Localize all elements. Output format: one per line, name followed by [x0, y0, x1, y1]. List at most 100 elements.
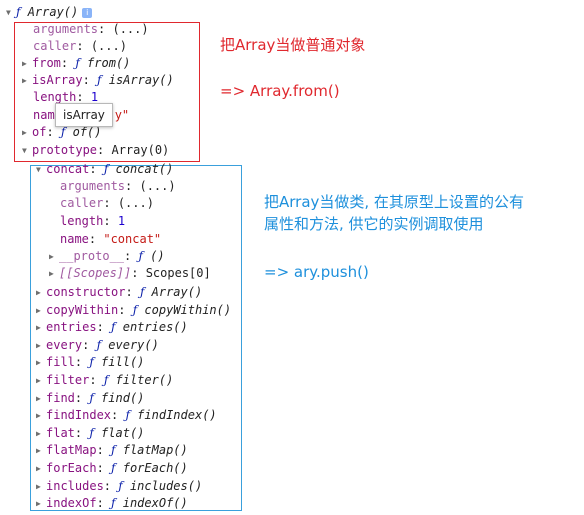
- prop-key: of: [32, 125, 47, 139]
- annotation-ary-push: => ary.push(): [264, 263, 369, 281]
- collapsed-triangle-icon[interactable]: ▶: [36, 426, 46, 442]
- prop-isArray[interactable]: ▶ isArray: ƒ isArray(): [22, 72, 174, 88]
- prop-value: (): [150, 249, 165, 263]
- prop-key: fill: [46, 355, 75, 369]
- function-symbol: ƒ: [96, 338, 102, 352]
- prop-key: length: [60, 214, 104, 228]
- method-concat[interactable]: ▼ concat: ƒ concat(): [36, 161, 173, 177]
- concat-name[interactable]: name: "concat": [60, 231, 161, 247]
- prop-value: from(): [87, 56, 131, 70]
- concat-scopes[interactable]: ▶ [[Scopes]]: Scopes[0]: [49, 265, 211, 281]
- info-icon[interactable]: i: [82, 8, 93, 18]
- method-every[interactable]: ▶ every: ƒ every(): [36, 337, 159, 353]
- prop-value: find(): [101, 391, 145, 405]
- collapsed-triangle-icon[interactable]: ▶: [36, 338, 46, 354]
- expanded-triangle-icon[interactable]: ▼: [36, 162, 46, 178]
- function-symbol: ƒ: [111, 496, 116, 510]
- prop-key: forEach: [46, 461, 97, 475]
- collapsed-triangle-icon[interactable]: ▶: [22, 56, 32, 72]
- collapsed-triangle-icon[interactable]: ▶: [36, 496, 46, 512]
- prop-key: indexOf: [46, 496, 97, 510]
- tree-root[interactable]: ▼ ƒ Array() i: [6, 4, 93, 21]
- prop-value: Array(0): [111, 143, 170, 157]
- prop-key: prototype: [32, 143, 98, 157]
- prop-value: of(): [72, 125, 102, 139]
- prop-value: entries(): [122, 320, 188, 334]
- method-flatMap[interactable]: ▶ flatMap: ƒ flatMap(): [36, 442, 188, 458]
- prop-key: from: [32, 56, 61, 70]
- prop-key: caller: [60, 196, 104, 210]
- function-symbol: ƒ: [103, 373, 109, 387]
- collapsed-triangle-icon[interactable]: ▶: [36, 443, 46, 459]
- method-findIndex[interactable]: ▶ findIndex: ƒ findIndex(): [36, 407, 217, 423]
- collapsed-triangle-icon[interactable]: ▶: [36, 391, 46, 407]
- prop-key: includes: [46, 479, 104, 493]
- annotation-as-class-2: 属性和方法, 供它的实例调取使用: [264, 215, 484, 233]
- collapsed-triangle-icon[interactable]: ▶: [36, 479, 46, 495]
- function-symbol: ƒ: [139, 285, 145, 299]
- concat-arguments[interactable]: arguments: (...): [60, 178, 176, 194]
- method-constructor[interactable]: ▶ constructor: ƒ Array(): [36, 284, 202, 300]
- collapsed-triangle-icon[interactable]: ▶: [22, 73, 32, 89]
- prop-key: __proto__: [59, 249, 125, 263]
- method-fill[interactable]: ▶ fill: ƒ fill(): [36, 354, 144, 370]
- collapsed-triangle-icon[interactable]: ▶: [36, 285, 46, 301]
- prop-value: 1: [90, 90, 99, 104]
- prop-value: findIndex(): [137, 408, 217, 422]
- collapsed-triangle-icon[interactable]: ▶: [36, 303, 46, 319]
- prop-key: constructor: [46, 285, 126, 299]
- prop-value: (...): [90, 39, 127, 53]
- prop-key: flatMap: [46, 443, 97, 457]
- concat-proto[interactable]: ▶ __proto__: ƒ (): [49, 248, 165, 264]
- prop-value: (...): [139, 179, 176, 193]
- prop-from[interactable]: ▶ from: ƒ from(): [22, 55, 130, 71]
- concat-length[interactable]: length: 1: [60, 213, 125, 229]
- prop-key: name: [60, 232, 89, 246]
- prop-caller[interactable]: caller: (...): [33, 38, 127, 54]
- collapsed-triangle-icon[interactable]: ▶: [49, 249, 59, 265]
- prop-value: forEach(): [122, 461, 188, 475]
- collapsed-triangle-icon[interactable]: ▶: [36, 408, 46, 424]
- prop-key: copyWithin: [46, 303, 119, 317]
- collapsed-triangle-icon[interactable]: ▶: [36, 461, 46, 477]
- function-symbol: ƒ: [16, 5, 21, 19]
- annotation-as-class-1: 把Array当做类, 在其原型上设置的公有: [264, 193, 524, 211]
- prop-value: 1: [117, 214, 126, 228]
- prop-key: flat: [46, 426, 75, 440]
- expanded-triangle-icon[interactable]: ▼: [6, 5, 16, 21]
- expanded-triangle-icon[interactable]: ▼: [22, 143, 32, 159]
- function-symbol: ƒ: [89, 391, 94, 405]
- prop-arguments[interactable]: arguments: (...): [33, 21, 149, 37]
- method-find[interactable]: ▶ find: ƒ find(): [36, 390, 144, 406]
- method-entries[interactable]: ▶ entries: ƒ entries(): [36, 319, 188, 335]
- collapsed-triangle-icon[interactable]: ▶: [22, 125, 32, 141]
- prop-value: y": [114, 108, 130, 122]
- function-symbol: ƒ: [111, 461, 116, 475]
- prop-key: entries: [46, 320, 97, 334]
- prop-key: arguments: [60, 179, 126, 193]
- function-symbol: ƒ: [60, 125, 66, 139]
- collapsed-triangle-icon[interactable]: ▶: [36, 355, 46, 371]
- method-indexOf[interactable]: ▶ indexOf: ƒ indexOf(): [36, 495, 188, 511]
- collapsed-triangle-icon[interactable]: ▶: [49, 266, 59, 282]
- prop-value: Array(): [151, 285, 203, 299]
- method-filter[interactable]: ▶ filter: ƒ filter(): [36, 372, 173, 388]
- prop-value: "concat": [103, 232, 162, 246]
- root-signature: Array(): [27, 5, 79, 19]
- collapsed-triangle-icon[interactable]: ▶: [36, 320, 46, 336]
- prop-value: copyWithin(): [144, 303, 232, 317]
- prop-value: flat(): [101, 426, 145, 440]
- method-includes[interactable]: ▶ includes: ƒ includes(): [36, 478, 202, 494]
- concat-caller[interactable]: caller: (...): [60, 195, 154, 211]
- collapsed-triangle-icon[interactable]: ▶: [36, 373, 46, 389]
- prop-value: every(): [108, 338, 159, 352]
- method-copyWithin[interactable]: ▶ copyWithin: ƒ copyWithin(): [36, 302, 231, 318]
- method-forEach[interactable]: ▶ forEach: ƒ forEach(): [36, 460, 188, 476]
- prop-value: flatMap(): [122, 443, 188, 457]
- function-symbol: ƒ: [132, 303, 138, 317]
- method-flat[interactable]: ▶ flat: ƒ flat(): [36, 425, 144, 441]
- prop-key: length: [33, 90, 77, 104]
- prop-value: (...): [112, 22, 149, 36]
- prop-key: arguments: [33, 22, 99, 36]
- prop-prototype[interactable]: ▼ prototype: Array(0): [22, 142, 169, 158]
